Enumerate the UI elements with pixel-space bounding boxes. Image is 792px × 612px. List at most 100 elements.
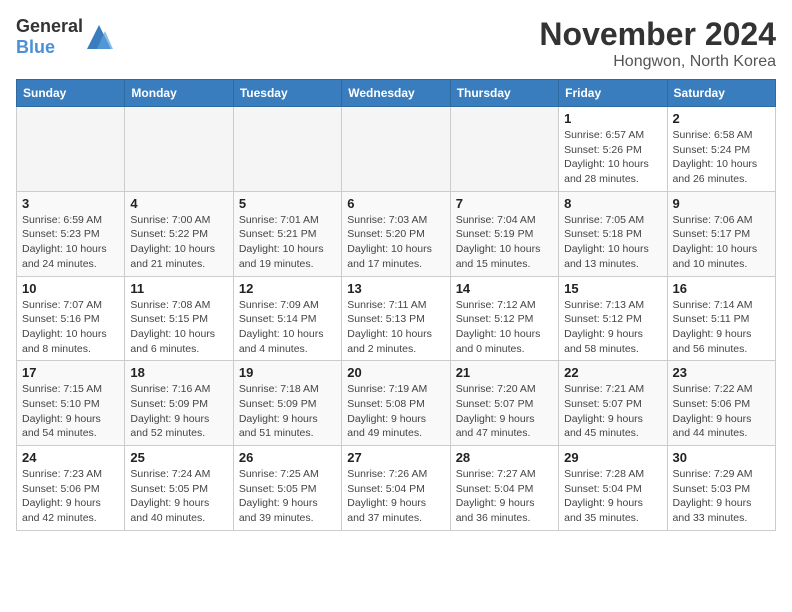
day-number: 18 [130,365,227,380]
day-number: 17 [22,365,119,380]
calendar-cell: 24 Sunrise: 7:23 AMSunset: 5:06 PMDayligh… [17,446,125,531]
day-info: Sunrise: 7:28 AMSunset: 5:04 PMDaylight:… [564,467,661,526]
week-row-0: 1Sunrise: 6:57 AMSunset: 5:26 PMDaylight… [17,107,776,192]
day-info: Sunrise: 7:20 AMSunset: 5:07 PMDaylight:… [456,382,553,441]
calendar-cell: 8 Sunrise: 7:05 AMSunset: 5:18 PMDaylight… [559,191,667,276]
calendar-cell: 10 Sunrise: 7:07 AMSunset: 5:16 PMDayligh… [17,276,125,361]
month-title: November 2024 [539,16,776,53]
day-info: Sunrise: 7:24 AMSunset: 5:05 PMDaylight:… [130,467,227,526]
week-row-2: 10 Sunrise: 7:07 AMSunset: 5:16 PMDayligh… [17,276,776,361]
header: General Blue November 2024 Hongwon, Nort… [16,16,776,71]
logo-text: General Blue [16,16,83,58]
day-number: 4 [130,196,227,211]
calendar-cell: 30 Sunrise: 7:29 AMSunset: 5:03 PMDayligh… [667,446,775,531]
day-number: 14 [456,281,553,296]
day-info: Sunrise: 7:29 AMSunset: 5:03 PMDaylight:… [673,467,770,526]
calendar-cell: 5 Sunrise: 7:01 AMSunset: 5:21 PMDaylight… [233,191,341,276]
day-info: Sunrise: 7:23 AMSunset: 5:06 PMDaylight:… [22,467,119,526]
day-number: 24 [22,450,119,465]
day-number: 5 [239,196,336,211]
day-number: 22 [564,365,661,380]
calendar-cell: 1Sunrise: 6:57 AMSunset: 5:26 PMDaylight… [559,107,667,192]
day-info: Sunrise: 7:11 AMSunset: 5:13 PMDaylight:… [347,298,444,357]
logo-general: General [16,16,83,36]
day-info: Sunrise: 6:59 AMSunset: 5:23 PMDaylight:… [22,213,119,272]
week-row-4: 24 Sunrise: 7:23 AMSunset: 5:06 PMDayligh… [17,446,776,531]
calendar-cell: 23Sunrise: 7:22 AMSunset: 5:06 PMDayligh… [667,361,775,446]
day-number: 3 [22,196,119,211]
calendar-cell: 11 Sunrise: 7:08 AMSunset: 5:15 PMDayligh… [125,276,233,361]
day-info: Sunrise: 7:03 AMSunset: 5:20 PMDaylight:… [347,213,444,272]
day-number: 8 [564,196,661,211]
calendar-cell: 7 Sunrise: 7:04 AMSunset: 5:19 PMDaylight… [450,191,558,276]
day-info: Sunrise: 7:26 AMSunset: 5:04 PMDaylight:… [347,467,444,526]
day-number: 28 [456,450,553,465]
day-info: Sunrise: 7:14 AMSunset: 5:11 PMDaylight:… [673,298,770,357]
calendar-cell: 20Sunrise: 7:19 AMSunset: 5:08 PMDayligh… [342,361,450,446]
calendar-cell: 17 Sunrise: 7:15 AMSunset: 5:10 PMDayligh… [17,361,125,446]
day-number: 2 [673,111,770,126]
calendar-cell: 19 Sunrise: 7:18 AMSunset: 5:09 PMDayligh… [233,361,341,446]
day-info: Sunrise: 7:12 AMSunset: 5:12 PMDaylight:… [456,298,553,357]
weekday-header-wednesday: Wednesday [342,80,450,107]
weekday-header-tuesday: Tuesday [233,80,341,107]
title-area: November 2024 Hongwon, North Korea [539,16,776,71]
calendar-cell: 3 Sunrise: 6:59 AMSunset: 5:23 PMDaylight… [17,191,125,276]
day-info: Sunrise: 7:15 AMSunset: 5:10 PMDaylight:… [22,382,119,441]
calendar-cell: 14 Sunrise: 7:12 AMSunset: 5:12 PMDayligh… [450,276,558,361]
calendar-cell [17,107,125,192]
day-info: Sunrise: 7:05 AMSunset: 5:18 PMDaylight:… [564,213,661,272]
logo-icon [85,23,113,51]
calendar-cell: 6 Sunrise: 7:03 AMSunset: 5:20 PMDaylight… [342,191,450,276]
day-info: Sunrise: 7:01 AMSunset: 5:21 PMDaylight:… [239,213,336,272]
week-row-3: 17 Sunrise: 7:15 AMSunset: 5:10 PMDayligh… [17,361,776,446]
day-info: Sunrise: 7:16 AMSunset: 5:09 PMDaylight:… [130,382,227,441]
day-number: 27 [347,450,444,465]
day-number: 11 [130,281,227,296]
day-info: Sunrise: 7:09 AMSunset: 5:14 PMDaylight:… [239,298,336,357]
weekday-header-friday: Friday [559,80,667,107]
day-info: Sunrise: 7:27 AMSunset: 5:04 PMDaylight:… [456,467,553,526]
weekday-header-sunday: Sunday [17,80,125,107]
day-number: 7 [456,196,553,211]
calendar-cell: 22 Sunrise: 7:21 AMSunset: 5:07 PMDayligh… [559,361,667,446]
day-number: 25 [130,450,227,465]
day-number: 13 [347,281,444,296]
calendar-cell [342,107,450,192]
calendar-cell: 26Sunrise: 7:25 AMSunset: 5:05 PMDayligh… [233,446,341,531]
day-info: Sunrise: 7:07 AMSunset: 5:16 PMDaylight:… [22,298,119,357]
calendar-cell: 9Sunrise: 7:06 AMSunset: 5:17 PMDaylight… [667,191,775,276]
day-info: Sunrise: 7:21 AMSunset: 5:07 PMDaylight:… [564,382,661,441]
day-number: 6 [347,196,444,211]
day-number: 10 [22,281,119,296]
day-number: 19 [239,365,336,380]
day-info: Sunrise: 7:22 AMSunset: 5:06 PMDaylight:… [673,382,770,441]
day-info: Sunrise: 6:58 AMSunset: 5:24 PMDaylight:… [673,128,770,187]
weekday-header-monday: Monday [125,80,233,107]
day-number: 1 [564,111,661,126]
logo-blue: Blue [16,37,55,57]
day-info: Sunrise: 7:18 AMSunset: 5:09 PMDaylight:… [239,382,336,441]
day-number: 21 [456,365,553,380]
day-number: 29 [564,450,661,465]
calendar-table: SundayMondayTuesdayWednesdayThursdayFrid… [16,79,776,531]
day-info: Sunrise: 7:08 AMSunset: 5:15 PMDaylight:… [130,298,227,357]
day-info: Sunrise: 7:00 AMSunset: 5:22 PMDaylight:… [130,213,227,272]
calendar-cell [450,107,558,192]
calendar-cell: 25 Sunrise: 7:24 AMSunset: 5:05 PMDayligh… [125,446,233,531]
day-info: Sunrise: 7:19 AMSunset: 5:08 PMDaylight:… [347,382,444,441]
day-info: Sunrise: 7:13 AMSunset: 5:12 PMDaylight:… [564,298,661,357]
week-row-1: 3 Sunrise: 6:59 AMSunset: 5:23 PMDaylight… [17,191,776,276]
calendar-cell: 21 Sunrise: 7:20 AMSunset: 5:07 PMDayligh… [450,361,558,446]
calendar-cell: 27 Sunrise: 7:26 AMSunset: 5:04 PMDayligh… [342,446,450,531]
day-number: 16 [673,281,770,296]
weekday-header-thursday: Thursday [450,80,558,107]
day-info: Sunrise: 7:04 AMSunset: 5:19 PMDaylight:… [456,213,553,272]
logo: General Blue [16,16,113,58]
day-number: 30 [673,450,770,465]
calendar-cell: 13 Sunrise: 7:11 AMSunset: 5:13 PMDayligh… [342,276,450,361]
calendar-cell: 2 Sunrise: 6:58 AMSunset: 5:24 PMDaylight… [667,107,775,192]
calendar-cell: 16 Sunrise: 7:14 AMSunset: 5:11 PMDayligh… [667,276,775,361]
day-number: 26 [239,450,336,465]
calendar-cell: 28 Sunrise: 7:27 AMSunset: 5:04 PMDayligh… [450,446,558,531]
